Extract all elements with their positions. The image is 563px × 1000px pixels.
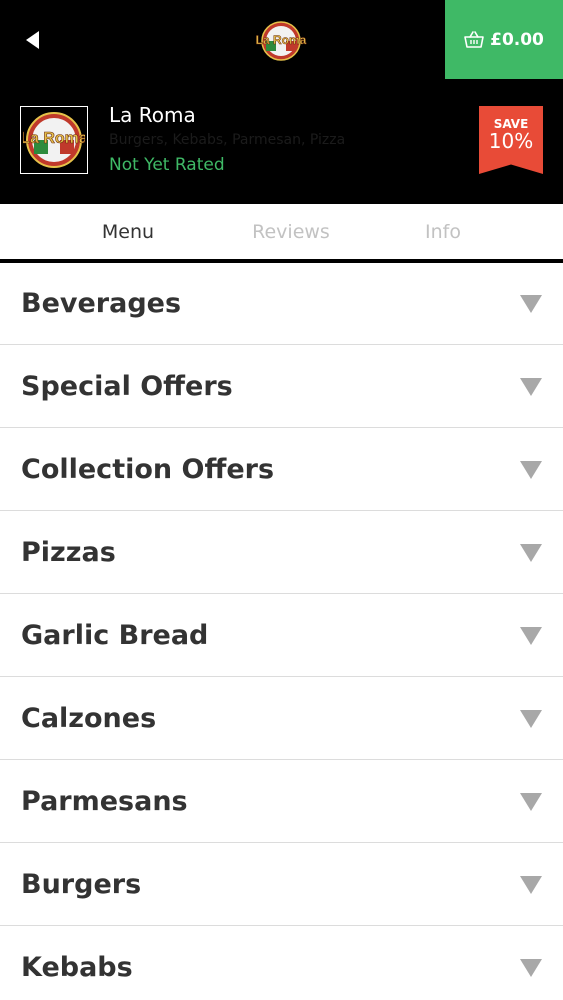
top-bar: La Roma £0.00 bbox=[0, 0, 563, 79]
menu-category-label: Parmesans bbox=[21, 786, 188, 817]
logo-lettering: La Roma bbox=[256, 33, 307, 47]
menu-category-label: Collection Offers bbox=[21, 454, 275, 485]
chevron-down-icon bbox=[520, 876, 542, 894]
back-arrow-icon bbox=[25, 31, 39, 49]
menu-category-label: Pizzas bbox=[21, 537, 116, 568]
menu-category-label: Garlic Bread bbox=[21, 620, 209, 651]
menu-category-garlic-bread[interactable]: Garlic Bread bbox=[0, 594, 563, 677]
logo-lettering: La Roma bbox=[23, 130, 85, 147]
basket-total: £0.00 bbox=[490, 29, 544, 50]
menu-category-calzones[interactable]: Calzones bbox=[0, 677, 563, 760]
menu-category-label: Special Offers bbox=[21, 371, 233, 402]
chevron-down-icon bbox=[520, 544, 542, 562]
menu-category-burgers[interactable]: Burgers bbox=[0, 843, 563, 926]
restaurant-logo-badge: La Roma bbox=[23, 112, 85, 168]
menu-category-beverages[interactable]: Beverages bbox=[0, 262, 563, 345]
tab-menu[interactable]: Menu bbox=[51, 204, 205, 259]
menu-category-parmesans[interactable]: Parmesans bbox=[0, 760, 563, 843]
menu-category-label: Kebabs bbox=[21, 952, 133, 983]
save-value: 10% bbox=[488, 129, 534, 153]
restaurant-header: La Roma La Roma Burgers, Kebabs, Parmesa… bbox=[0, 79, 563, 204]
tab-reviews[interactable]: Reviews bbox=[214, 204, 368, 259]
restaurant-logo: La Roma bbox=[20, 106, 88, 174]
discount-ribbon: SAVE 10% bbox=[479, 106, 543, 174]
restaurant-logo-small: La Roma bbox=[255, 21, 307, 61]
chevron-down-icon bbox=[520, 461, 542, 479]
basket-button[interactable]: £0.00 bbox=[445, 0, 563, 79]
menu-category-kebabs[interactable]: Kebabs bbox=[0, 926, 563, 1000]
tab-bar: Menu Reviews Info bbox=[0, 204, 563, 263]
restaurant-name: La Roma bbox=[109, 103, 196, 127]
tab-info[interactable]: Info bbox=[366, 204, 520, 259]
menu-category-label: Beverages bbox=[21, 288, 182, 319]
menu-category-pizzas[interactable]: Pizzas bbox=[0, 511, 563, 594]
menu-category-label: Burgers bbox=[21, 869, 142, 900]
basket-icon bbox=[464, 31, 484, 48]
chevron-down-icon bbox=[520, 295, 542, 313]
chevron-down-icon bbox=[520, 959, 542, 977]
menu-category-collection-offers[interactable]: Collection Offers bbox=[0, 428, 563, 511]
chevron-down-icon bbox=[520, 793, 542, 811]
chevron-down-icon bbox=[520, 710, 542, 728]
restaurant-rating: Not Yet Rated bbox=[109, 155, 225, 175]
menu-category-special-offers[interactable]: Special Offers bbox=[0, 345, 563, 428]
back-button[interactable] bbox=[14, 22, 50, 58]
chevron-down-icon bbox=[520, 378, 542, 396]
restaurant-cuisines: Burgers, Kebabs, Parmesan, Pizza bbox=[109, 132, 346, 148]
menu-category-label: Calzones bbox=[21, 703, 157, 734]
menu-category-list: Beverages Special Offers Collection Offe… bbox=[0, 262, 563, 1000]
chevron-down-icon bbox=[520, 627, 542, 645]
